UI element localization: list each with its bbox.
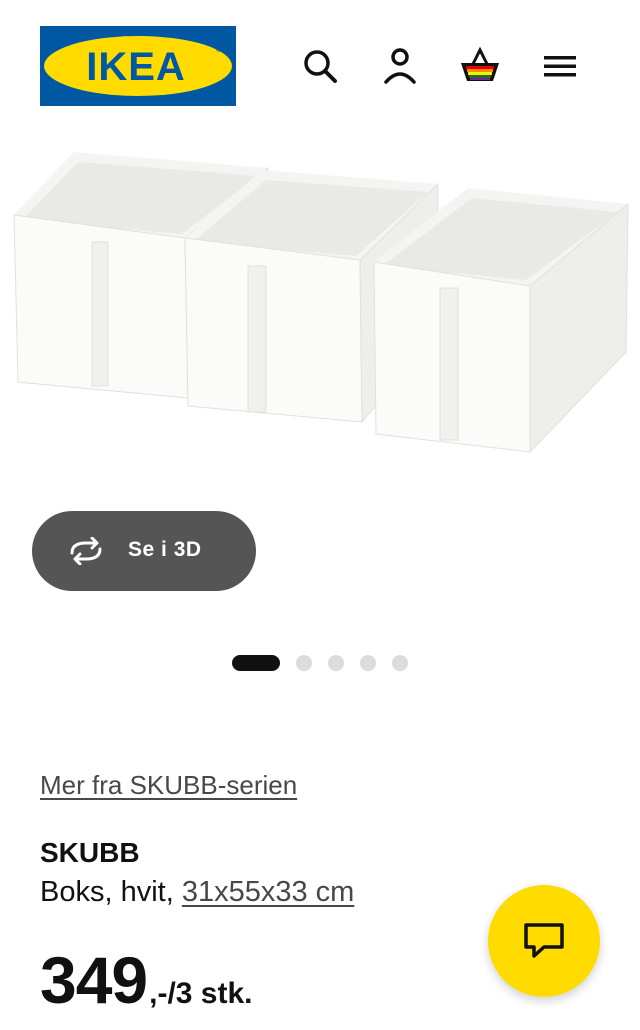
chat-button[interactable] — [488, 885, 600, 997]
view-in-3d-button[interactable]: Se i 3D — [32, 511, 256, 591]
carousel-dot[interactable] — [328, 655, 344, 671]
menu-icon[interactable] — [538, 44, 582, 88]
product-price: 349,-/3 stk. — [40, 942, 253, 1018]
series-link[interactable]: Mer fra SKUBB-serien — [40, 770, 297, 801]
carousel-indicator — [232, 655, 412, 671]
shopping-bag-icon[interactable] — [458, 44, 502, 88]
product-desc-text: Boks, hvit, — [40, 876, 182, 908]
price-integer: 349 — [40, 943, 148, 1017]
price-suffix: ,-/3 stk. — [149, 977, 253, 1010]
carousel-dot[interactable] — [392, 655, 408, 671]
carousel-dot[interactable] — [360, 655, 376, 671]
carousel-dot-active[interactable] — [232, 655, 280, 671]
measurement-link[interactable]: 31x55x33 cm — [182, 876, 355, 908]
search-icon[interactable] — [298, 44, 342, 88]
product-image[interactable] — [0, 120, 640, 540]
product-name: SKUBB — [40, 837, 140, 868]
svg-text:IKEA: IKEA — [86, 45, 186, 89]
rotate-3d-icon — [66, 536, 106, 566]
product-description: Boks, hvit, 31x55x33 cm — [40, 876, 354, 909]
account-icon[interactable] — [378, 44, 422, 88]
carousel-dot[interactable] — [296, 655, 312, 671]
ikea-logo[interactable]: IKEA ® — [40, 26, 236, 106]
svg-text:®: ® — [216, 45, 222, 54]
chat-icon — [524, 923, 564, 958]
view-in-3d-label: Se i 3D — [128, 538, 202, 561]
